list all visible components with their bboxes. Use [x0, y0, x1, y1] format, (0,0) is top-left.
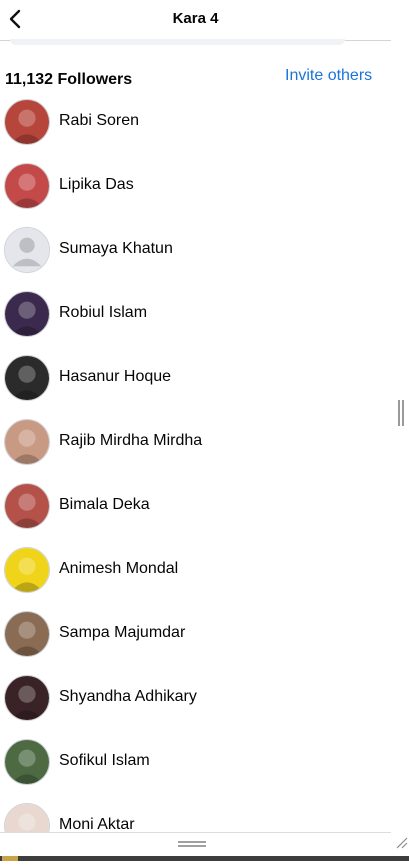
follower-name[interactable]: Robiul Islam — [59, 304, 147, 322]
default-avatar-icon[interactable] — [4, 227, 50, 273]
invite-others-link[interactable]: Invite others — [285, 67, 372, 85]
followers-list: Rabi Soren Lipika Das Sumaya Khatun Robiul … — [0, 98, 391, 866]
top-bar: Kara 4 — [0, 0, 391, 41]
drag-handle-icon[interactable] — [178, 841, 206, 847]
list-item[interactable]: Animesh Mondal — [0, 546, 391, 610]
taskbar — [0, 856, 409, 861]
list-item[interactable]: Hasanur Hoque — [0, 354, 391, 418]
list-item[interactable]: Lipika Das — [0, 162, 391, 226]
list-item[interactable]: Shyandha Adhikary — [0, 674, 391, 738]
follower-name[interactable]: Lipika Das — [59, 176, 134, 194]
scrollbar-grip-icon[interactable] — [398, 400, 406, 426]
avatar[interactable] — [4, 99, 50, 145]
follower-name[interactable]: Sofikul Islam — [59, 752, 150, 770]
follower-name[interactable]: Bimala Deka — [59, 496, 150, 514]
follower-name[interactable]: Sampa Majumdar — [59, 624, 185, 642]
list-item[interactable]: Sumaya Khatun — [0, 226, 391, 290]
list-item[interactable]: Sampa Majumdar — [0, 610, 391, 674]
follower-name[interactable]: Hasanur Hoque — [59, 368, 171, 386]
list-item[interactable]: Sofikul Islam — [0, 738, 391, 802]
follower-name[interactable]: Shyandha Adhikary — [59, 688, 197, 706]
list-item[interactable]: Rajib Mirdha Mirdha — [0, 418, 391, 482]
avatar[interactable] — [4, 611, 50, 657]
avatar[interactable] — [4, 739, 50, 785]
follower-name[interactable]: Sumaya Khatun — [59, 240, 173, 258]
avatar[interactable] — [4, 547, 50, 593]
followers-count: 11,132 Followers — [5, 71, 133, 88]
avatar[interactable] — [4, 419, 50, 465]
search-pill-edge — [10, 39, 345, 45]
avatar[interactable] — [4, 355, 50, 401]
follower-name[interactable]: Rabi Soren — [59, 112, 139, 130]
follower-name[interactable]: Animesh Mondal — [59, 560, 178, 578]
avatar[interactable] — [4, 675, 50, 721]
list-item[interactable]: Robiul Islam — [0, 290, 391, 354]
list-item[interactable]: Rabi Soren — [0, 98, 391, 162]
avatar[interactable] — [4, 291, 50, 337]
resize-grip-icon[interactable] — [394, 835, 408, 849]
follower-name[interactable]: Rajib Mirdha Mirdha — [59, 432, 202, 450]
avatar[interactable] — [4, 163, 50, 209]
avatar[interactable] — [4, 483, 50, 529]
page-title: Kara 4 — [172, 10, 219, 27]
list-item[interactable]: Bimala Deka — [0, 482, 391, 546]
taskbar-app-icon[interactable] — [2, 856, 18, 861]
